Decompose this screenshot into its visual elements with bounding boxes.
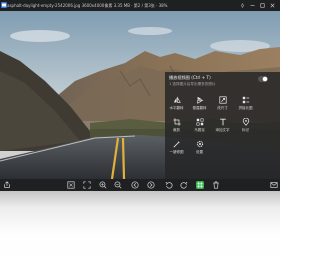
long-image-icon [242, 96, 249, 104]
mail-icon [270, 182, 278, 188]
crop-button[interactable]: 裁剪 [165, 118, 188, 136]
tool-label: 水平翻转 [169, 106, 184, 110]
minimize-icon[interactable] [250, 3, 255, 8]
maximize-icon[interactable] [260, 3, 265, 8]
tool-label: 改尺寸 [217, 106, 228, 110]
rotate-right-icon [180, 181, 188, 189]
resize-icon [218, 96, 227, 104]
tool-label: 一键修图 [169, 150, 184, 154]
flip-vertical-icon [196, 96, 204, 104]
tool-label: 垂直翻转 [192, 106, 207, 110]
share-button[interactable] [3, 181, 11, 189]
rotate-left-icon [165, 181, 173, 189]
resize-button[interactable]: 改尺寸 [211, 96, 234, 114]
fullscreen-button[interactable] [83, 181, 91, 189]
tool-label: 添加文字 [215, 128, 230, 132]
fit-window-icon [67, 181, 75, 189]
fullscreen-icon [83, 181, 91, 189]
flip-vertical-button[interactable]: 垂直翻转 [188, 96, 211, 114]
tools-grid: 水平翻转 垂直翻转 改尺寸 拼接长图 裁剪 马赛克 添加文字 标记 一键修图 设… [165, 96, 280, 158]
video-toggle-switch[interactable] [258, 76, 268, 82]
fit-window-button[interactable] [67, 181, 75, 189]
app-icon [1, 2, 7, 8]
crop-icon [172, 118, 181, 126]
title-bar: asphalt-daylight-empty-2542006.jpg 3600x… [0, 0, 280, 11]
tool-label: 马赛克 [194, 128, 205, 132]
chevron-left-circle-icon [131, 181, 139, 189]
panel-header: 播放视频图 (Ctrl + T) [169, 75, 211, 80]
panel-subtitle: 1 选择图片后导出需多张照片 [169, 82, 216, 86]
rotate-left-button[interactable] [165, 181, 173, 189]
mosaic-button[interactable]: 马赛克 [188, 118, 211, 136]
close-icon[interactable] [270, 3, 275, 8]
empty-slot [257, 96, 280, 114]
magic-wand-icon [173, 140, 180, 148]
empty-slot [257, 118, 280, 136]
rotate-right-button[interactable] [180, 181, 188, 189]
window-reflection [0, 191, 280, 270]
tool-label: 设置 [196, 150, 203, 154]
more-tools-button[interactable] [196, 181, 204, 189]
delete-button[interactable] [212, 181, 220, 189]
text-icon [219, 118, 226, 126]
previous-image-button[interactable] [131, 181, 139, 189]
grid-icon [196, 181, 204, 189]
mark-button[interactable]: 标记 [234, 118, 257, 136]
window-title: asphalt-daylight-empty-2542006.jpg 3600x… [7, 2, 168, 8]
flip-horizontal-button[interactable]: 水平翻转 [165, 96, 188, 114]
long-image-button[interactable]: 拼接长图 [234, 96, 257, 114]
tools-panel: 播放视频图 (Ctrl + T) 1 选择图片后导出需多张照片 水平翻转 垂直翻… [165, 72, 280, 179]
message-button[interactable] [270, 181, 278, 189]
tool-label: 拼接长图 [238, 106, 253, 110]
flip-horizontal-icon [173, 96, 181, 103]
zoom-out-icon [114, 181, 122, 189]
mosaic-icon [196, 118, 203, 126]
tool-label: 标记 [242, 128, 249, 132]
next-image-button[interactable] [147, 181, 155, 189]
location-pin-icon [242, 118, 249, 126]
tool-label: 裁剪 [173, 128, 180, 132]
zoom-in-button[interactable] [99, 181, 107, 189]
window-controls [240, 3, 275, 8]
zoom-out-button[interactable] [114, 181, 122, 189]
pin-icon[interactable] [240, 3, 245, 8]
chevron-right-circle-icon [147, 181, 155, 189]
settings-button[interactable]: 设置 [188, 140, 211, 158]
trash-icon [213, 181, 219, 189]
auto-retouch-button[interactable]: 一键修图 [165, 140, 188, 158]
bottom-toolbar [0, 179, 280, 191]
zoom-in-icon [99, 181, 107, 189]
add-text-button[interactable]: 添加文字 [211, 118, 234, 136]
settings-icon [196, 140, 203, 148]
share-icon [4, 181, 10, 188]
